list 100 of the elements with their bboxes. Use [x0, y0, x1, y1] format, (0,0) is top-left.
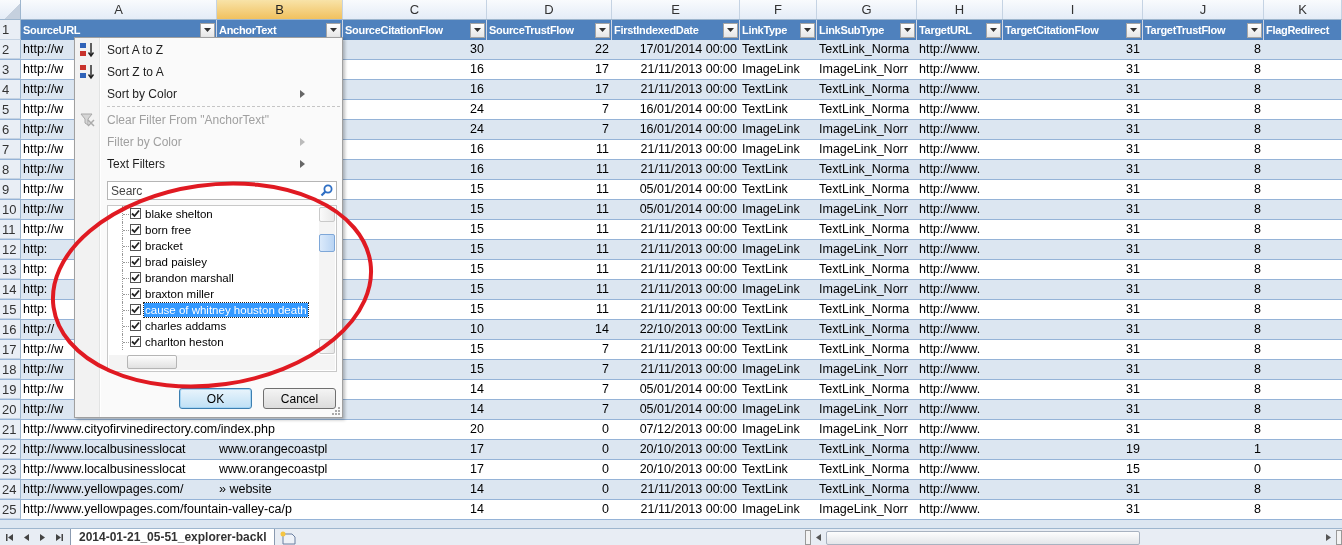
list-item[interactable]: charles addams — [144, 319, 228, 333]
previous-sheet-icon[interactable] — [23, 533, 30, 542]
row-header[interactable]: 25 — [0, 500, 21, 519]
menu-item[interactable]: Sort A to Z — [75, 39, 305, 61]
row-header[interactable]: 14 — [0, 280, 21, 299]
row-header[interactable]: 2 — [0, 40, 21, 59]
checkbox[interactable] — [130, 272, 141, 283]
table-cell: 31 — [1126, 302, 1140, 316]
row-header[interactable]: 17 — [0, 340, 21, 359]
checkbox[interactable] — [130, 208, 141, 219]
checkbox[interactable] — [130, 240, 141, 251]
scroll-left-icon[interactable] — [815, 533, 822, 542]
filter-dropdown-button[interactable] — [470, 22, 485, 38]
resize-grip-icon[interactable] — [332, 407, 340, 415]
checkbox[interactable] — [130, 288, 141, 299]
split-handle[interactable] — [1336, 530, 1342, 545]
row-header[interactable]: 13 — [0, 260, 21, 279]
table-cell: 31 — [1126, 362, 1140, 376]
row-header[interactable]: 8 — [0, 160, 21, 179]
row-header[interactable]: 16 — [0, 320, 21, 339]
table-cell: 7 — [602, 122, 609, 136]
table-cell: 15 — [470, 262, 484, 276]
last-sheet-icon[interactable] — [55, 533, 64, 542]
menu-item[interactable]: Text Filters — [75, 153, 305, 175]
table-cell: 05/01/2014 00:00 — [639, 402, 737, 416]
filter-dropdown-button[interactable] — [200, 22, 215, 38]
checkbox[interactable] — [130, 256, 141, 267]
filter-dropdown-button[interactable] — [723, 22, 738, 38]
row-header[interactable]: 24 — [0, 480, 21, 499]
list-item[interactable]: brad paisley — [144, 255, 208, 269]
list-item[interactable]: braxton miller — [144, 287, 216, 301]
filter-dropdown-button[interactable] — [986, 22, 1001, 38]
next-sheet-icon[interactable] — [39, 533, 46, 542]
row-header[interactable]: 3 — [0, 60, 21, 79]
filter-dropdown-button[interactable] — [326, 22, 341, 38]
column-header[interactable]: E — [612, 0, 740, 19]
column-header[interactable]: B — [217, 0, 343, 19]
column-header[interactable]: J — [1143, 0, 1264, 19]
column-header[interactable]: D — [487, 0, 612, 19]
dialog-button[interactable]: OK — [179, 388, 252, 409]
filter-dropdown-button[interactable] — [900, 22, 915, 38]
table-cell: http://w — [23, 102, 64, 116]
table-cell: 11 — [596, 302, 609, 316]
row-header[interactable]: 12 — [0, 240, 21, 259]
scrollbar-thumb[interactable] — [826, 530, 1140, 545]
table-cell: 07/12/2013 00:00 — [639, 422, 737, 436]
row-header[interactable]: 1 — [0, 20, 21, 40]
checkbox[interactable] — [130, 320, 141, 331]
filter-dropdown-button[interactable] — [800, 22, 815, 38]
column-header[interactable]: C — [343, 0, 487, 19]
table-cell: 8 — [1254, 502, 1261, 516]
row-header[interactable]: 10 — [0, 200, 21, 219]
row-header[interactable]: 5 — [0, 100, 21, 119]
row-header[interactable]: 22 — [0, 440, 21, 459]
filter-dropdown-button[interactable] — [1126, 22, 1141, 38]
table-cell: http://w — [23, 42, 64, 56]
checkbox[interactable] — [130, 336, 141, 347]
row-header[interactable]: 18 — [0, 360, 21, 379]
dialog-button[interactable]: Cancel — [263, 388, 336, 409]
column-header[interactable]: K — [1264, 0, 1342, 19]
table-cell: 21/11/2013 00:00 — [640, 342, 737, 356]
row-header[interactable]: 20 — [0, 400, 21, 419]
row-header[interactable]: 11 — [0, 220, 21, 239]
row-header[interactable]: 23 — [0, 460, 21, 479]
menu-item[interactable]: Sort Z to A — [75, 61, 305, 83]
row-header[interactable]: 7 — [0, 140, 21, 159]
table-cell: 8 — [1254, 362, 1261, 376]
first-sheet-icon[interactable] — [5, 533, 14, 542]
list-item[interactable]: charlton heston — [144, 335, 225, 349]
filter-dropdown-button[interactable] — [1247, 22, 1262, 38]
list-item[interactable]: born free — [144, 223, 193, 237]
filter-dropdown-button[interactable] — [595, 22, 610, 38]
table-cell: 24 — [470, 102, 484, 116]
sheet-tab[interactable]: 2014-01-21_05-51_explorer-backl — [70, 529, 276, 545]
list-item[interactable]: bracket — [144, 239, 184, 253]
menu-item[interactable]: Sort by Color — [75, 83, 305, 105]
horizontal-scrollbar[interactable] — [805, 530, 1342, 545]
submenu-arrow-icon — [300, 138, 305, 146]
row-header[interactable]: 4 — [0, 80, 21, 99]
row-header[interactable]: 15 — [0, 300, 21, 319]
table-cell: 24 — [470, 122, 484, 136]
row-header[interactable]: 19 — [0, 380, 21, 399]
row-header[interactable]: 9 — [0, 180, 21, 199]
vertical-scrollbar[interactable] — [319, 207, 335, 354]
column-header[interactable]: F — [740, 0, 817, 19]
column-header[interactable]: I — [1003, 0, 1143, 19]
list-horizontal-scrollbar[interactable] — [109, 355, 335, 370]
row-header[interactable]: 21 — [0, 420, 21, 439]
column-header[interactable]: G — [817, 0, 917, 19]
list-item[interactable]: blake shelton — [144, 207, 214, 221]
row-header[interactable]: 6 — [0, 120, 21, 139]
scrollbar-thumb[interactable] — [319, 234, 335, 252]
column-header[interactable]: H — [917, 0, 1003, 19]
checkbox[interactable] — [130, 224, 141, 235]
scroll-right-icon[interactable] — [1325, 533, 1332, 542]
scrollbar-thumb[interactable] — [127, 355, 177, 369]
checkbox[interactable] — [130, 304, 141, 315]
list-item[interactable]: brandon marshall — [144, 271, 235, 285]
table-cell: http://www.localbusinesslocat — [23, 442, 186, 456]
split-handle[interactable] — [805, 530, 811, 545]
